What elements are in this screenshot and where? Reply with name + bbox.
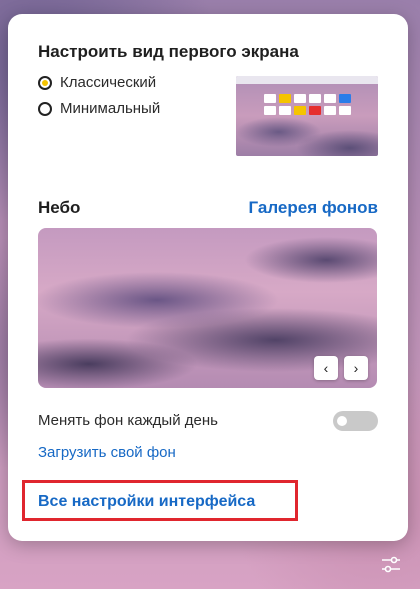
next-background-button[interactable]: › — [344, 356, 368, 380]
radio-unchecked-icon[interactable] — [38, 101, 52, 116]
preview-tile — [264, 94, 276, 103]
radio-classic-label: Классический — [60, 74, 157, 91]
all-settings-link[interactable]: Все настройки интерфейса — [38, 493, 255, 511]
preview-tile — [324, 94, 336, 103]
preview-tile — [339, 94, 351, 103]
preview-tile — [264, 106, 276, 115]
preview-tile — [294, 94, 306, 103]
settings-panel: Настроить вид первого экрана Классически… — [8, 14, 408, 541]
preview-tiles — [264, 94, 351, 115]
background-title: Небо — [38, 198, 81, 217]
radio-classic[interactable]: Классический — [38, 74, 156, 91]
preview-browser-bar — [236, 76, 378, 84]
preview-tile — [309, 106, 321, 115]
preview-tile — [279, 106, 291, 115]
upload-background-link[interactable]: Загрузить свой фон — [38, 444, 176, 461]
preview-tile — [294, 106, 306, 115]
toggle-knob — [337, 416, 347, 426]
preview-tile — [324, 106, 336, 115]
radio-minimal[interactable]: Минимальный — [38, 100, 160, 117]
daily-change-toggle[interactable] — [333, 411, 378, 431]
preview-tile — [279, 94, 291, 103]
layout-preview-image — [236, 76, 378, 156]
preview-tile — [309, 94, 321, 103]
preview-tile — [339, 106, 351, 115]
first-screen-title: Настроить вид первого экрана — [38, 42, 299, 61]
gallery-link[interactable]: Галерея фонов — [248, 198, 378, 218]
sliders-icon[interactable] — [381, 556, 401, 574]
daily-change-label: Менять фон каждый день — [38, 412, 218, 429]
radio-checked-icon[interactable] — [38, 75, 52, 90]
radio-minimal-label: Минимальный — [60, 100, 161, 117]
prev-background-button[interactable]: ‹ — [314, 356, 338, 380]
